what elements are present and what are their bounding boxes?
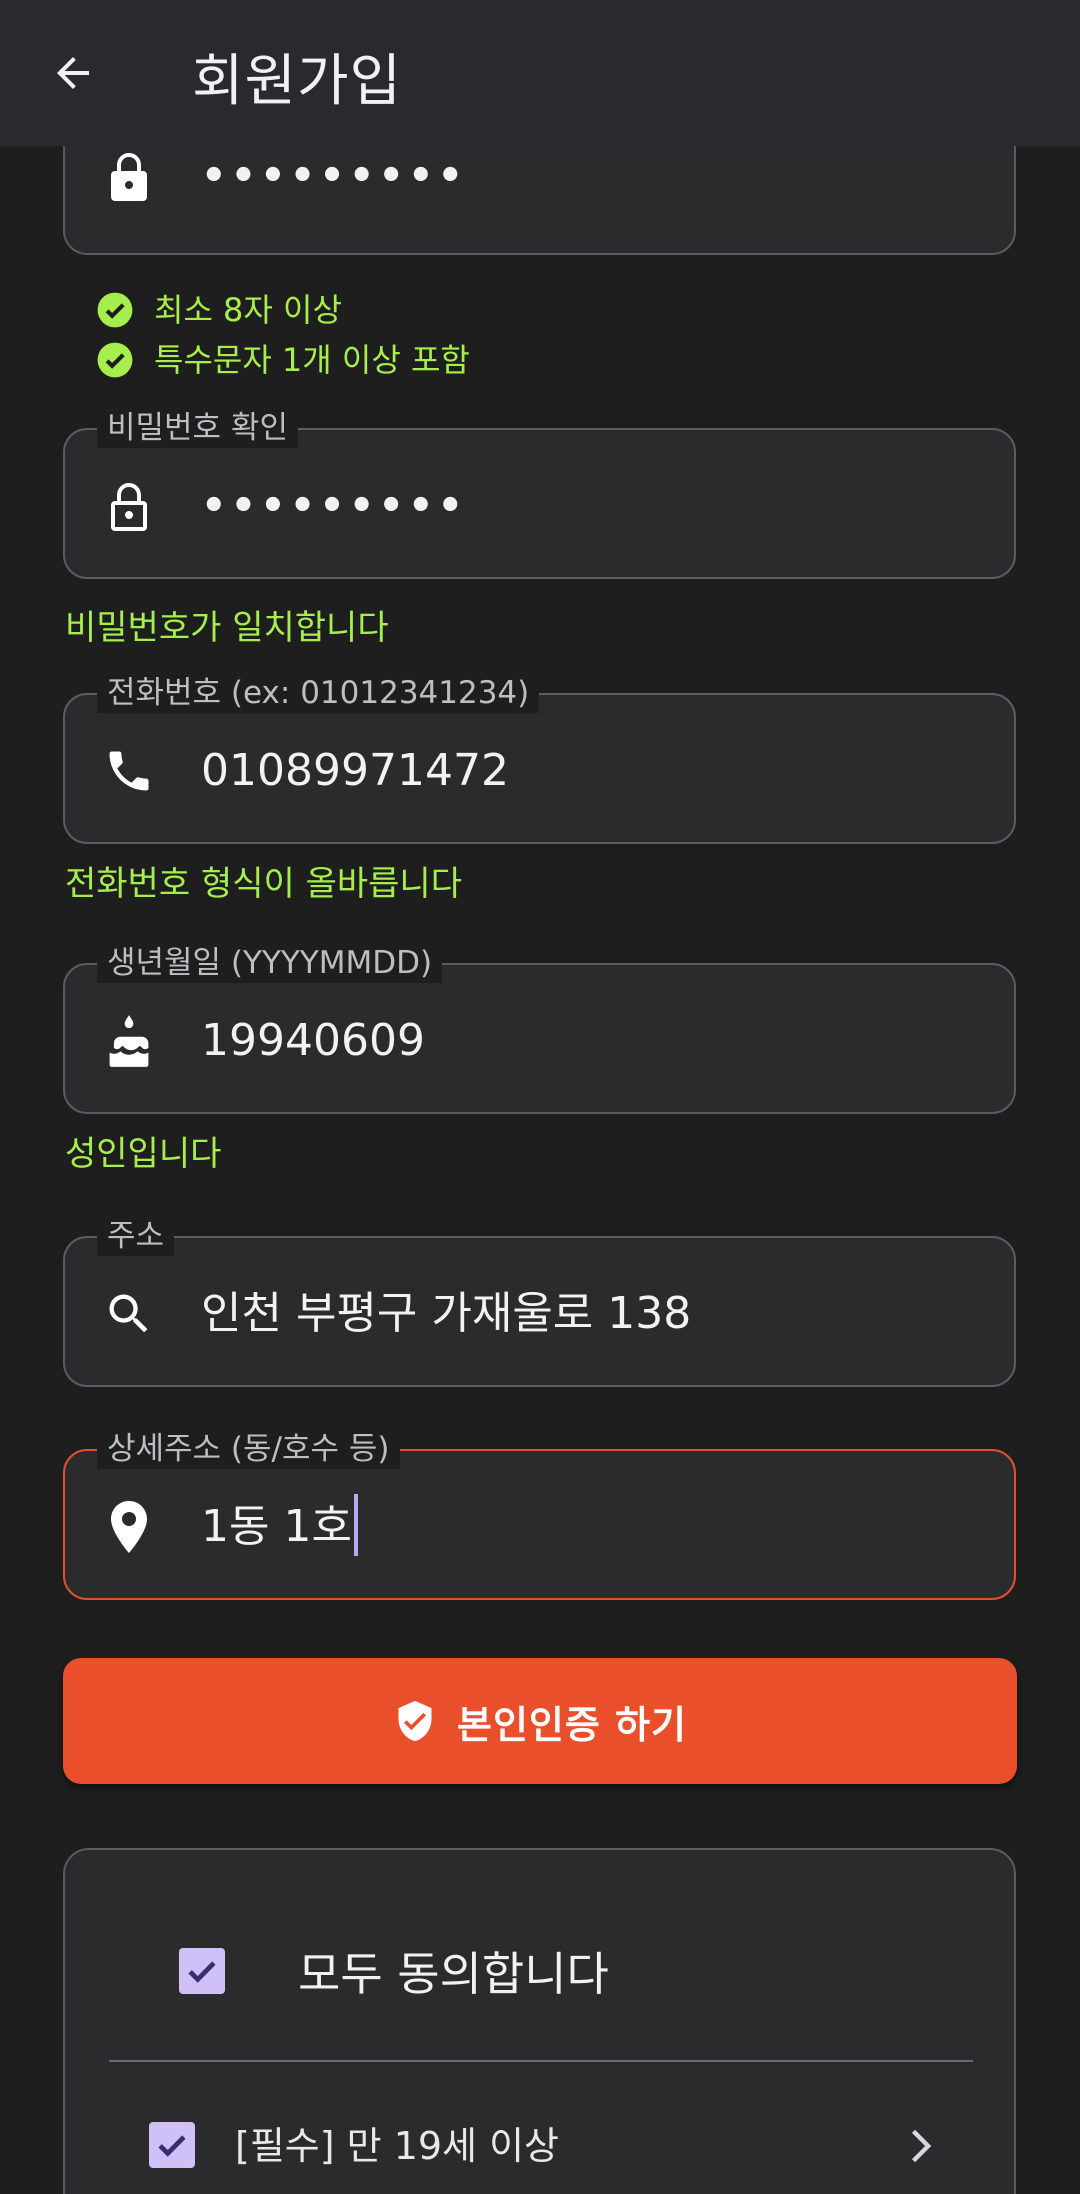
cake-icon [101,1013,157,1069]
check-circle-icon [96,291,134,329]
phone-field[interactable]: 전화번호 (ex: 01012341234) 01089971472 [63,673,1016,844]
check-icon [158,2135,186,2157]
password-rule-text: 최소 8자 이상 [154,291,342,329]
password-rule-text: 특수문자 1개 이상 포함 [154,341,470,379]
term-age-checkbox[interactable] [149,2122,195,2168]
field-label: 상세주소 (동/호수 등) [97,1429,400,1469]
check-icon [188,1961,216,1983]
check-circle-icon [96,341,134,379]
address-field[interactable]: 주소 인천 부평구 가재울로 138 [63,1216,1016,1387]
chevron-right-icon[interactable] [891,2118,947,2174]
page-title: 회원가입 [192,49,403,114]
address-detail-field[interactable]: 상세주소 (동/호수 등) 1동 1호 [63,1429,1016,1600]
shield-check-icon [393,1699,437,1743]
adult-message: 성인입니다 [65,1134,222,1174]
birthdate-value: 19940609 [201,1015,425,1066]
search-icon[interactable] [101,1286,157,1342]
divider [109,2060,973,2062]
address-detail-text: 1동 1호 [201,1501,352,1552]
phone-value: 01089971472 [201,745,509,796]
back-button[interactable] [38,38,108,108]
password-confirm-field[interactable]: 비밀번호 확인 ••••••••• [63,408,1016,579]
password-rule-special: 특수문자 1개 이상 포함 [96,340,470,380]
lock-outline-icon [101,478,157,534]
phone-valid-message: 전화번호 형식이 올바릅니다 [65,864,462,904]
field-label: 주소 [97,1216,175,1256]
birthdate-field[interactable]: 생년월일 (YYYYMMDD) 19940609 [63,943,1016,1114]
address-detail-value: 1동 1호 [201,1494,358,1556]
term-age-label: [필수] 만 19세 이상 [235,2124,560,2168]
password-rule-length: 최소 8자 이상 [96,290,342,330]
password-confirm-value: ••••••••• [201,483,468,529]
text-cursor [353,1494,358,1556]
app-bar: 회원가입 [0,0,1080,146]
terms-agreement-card: 모두 동의합니다 [필수] 만 19세 이상 [63,1848,1016,2194]
field-label: 생년월일 (YYYYMMDD) [97,943,443,983]
field-label: 비밀번호 확인 [97,408,298,448]
agree-all-label: 모두 동의합니다 [298,1947,609,2001]
password-value: ••••••••• [201,153,468,199]
arrow-left-icon [57,57,89,89]
password-match-message: 비밀번호가 일치합니다 [65,608,389,648]
phone-icon [101,743,157,799]
field-label: 전화번호 (ex: 01012341234) [97,673,540,713]
address-value: 인천 부평구 가재울로 138 [201,1288,692,1339]
agree-all-checkbox[interactable] [179,1948,225,1994]
identity-verify-button[interactable]: 본인인증 하기 [63,1658,1017,1784]
lock-icon [101,148,157,204]
button-label: 본인인증 하기 [457,1702,687,1747]
signup-screen: ••••••••• 회원가입 최소 8자 이상 특수문자 1개 이상 포함 비밀… [0,0,1080,2194]
location-pin-icon [101,1499,157,1555]
